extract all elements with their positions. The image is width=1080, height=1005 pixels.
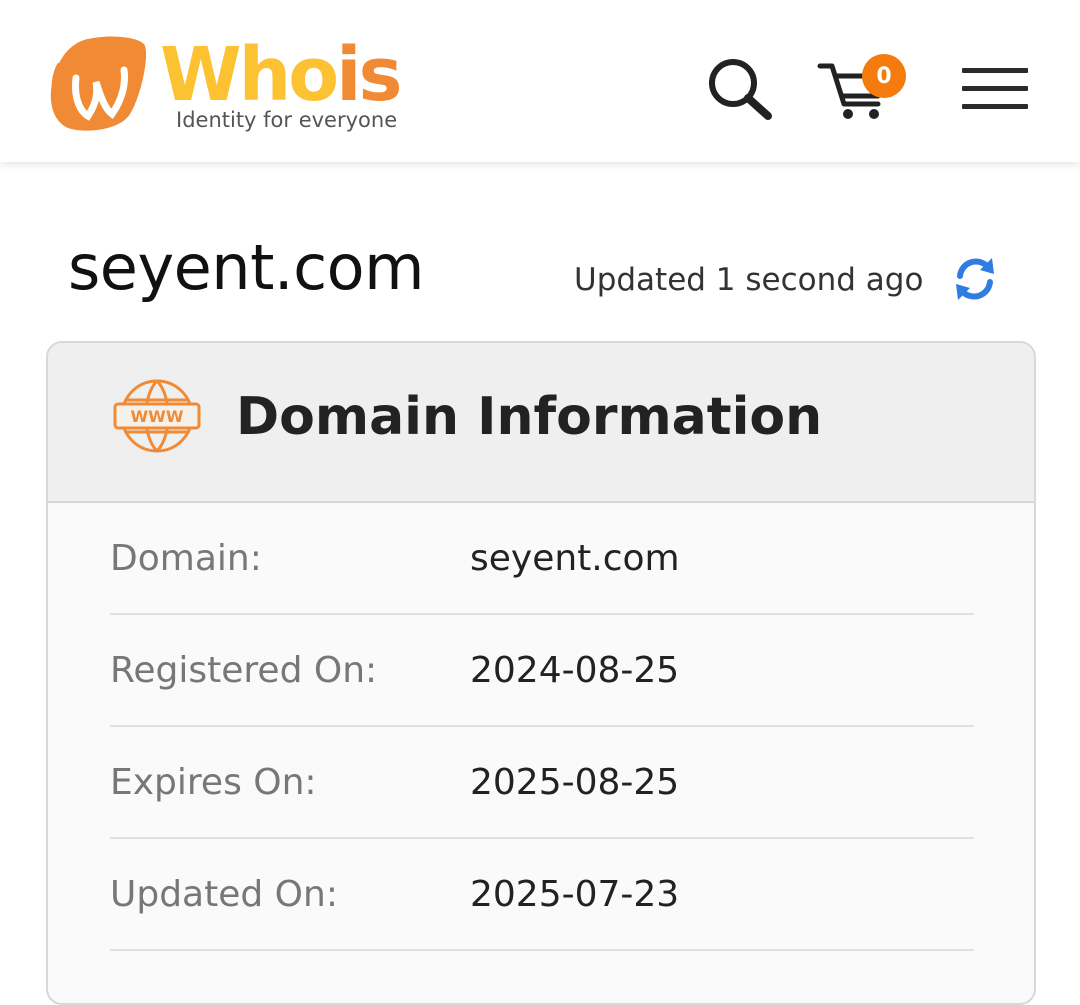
cart-button[interactable]: 0 — [816, 54, 912, 124]
info-row-domain: Domain: seyent.com — [110, 503, 974, 615]
svg-text:WWW: WWW — [131, 407, 184, 426]
info-label: Updated On: — [110, 874, 338, 915]
domain-information-card: WWW Domain Information Domain: seyent.co… — [46, 341, 1036, 1005]
info-value: 2025-08-25 — [470, 762, 680, 803]
hamburger-menu-bar — [962, 86, 1028, 91]
search-icon — [709, 59, 772, 120]
info-row-registered-on: Registered On: 2024-08-25 — [110, 615, 974, 727]
www-globe-icon: WWW — [113, 379, 201, 453]
logo-wordmark: Whois — [160, 32, 403, 118]
info-value: 2024-08-25 — [470, 650, 680, 691]
info-label: Domain: — [110, 538, 262, 579]
info-row-updated-on: Updated On: 2025-07-23 — [110, 839, 974, 951]
info-label: Expires On: — [110, 762, 317, 803]
card-header: WWW Domain Information — [48, 343, 1034, 503]
menu-button[interactable] — [962, 66, 1030, 112]
info-value: 2025-07-23 — [470, 874, 680, 915]
refresh-icon — [956, 258, 994, 300]
updated-status: Updated 1 second ago — [574, 262, 924, 298]
refresh-button[interactable] — [952, 254, 998, 304]
whois-logo-mark-icon — [50, 36, 147, 131]
page-title: seyent.com — [68, 231, 425, 304]
site-header: Whois Identity for everyone 0 — [0, 0, 1080, 162]
search-button[interactable] — [706, 56, 776, 122]
info-label: Registered On: — [110, 650, 378, 691]
info-row-expires-on: Expires On: 2025-08-25 — [110, 727, 974, 839]
cart-count-badge: 0 — [862, 54, 906, 98]
logo-tagline: Identity for everyone — [176, 108, 398, 132]
card-title: Domain Information — [236, 387, 823, 447]
hamburger-menu-bar — [962, 104, 1028, 109]
info-value: seyent.com — [470, 538, 680, 579]
whois-logo[interactable]: Whois Identity for everyone — [46, 32, 426, 140]
hamburger-menu-icon — [962, 68, 1028, 73]
